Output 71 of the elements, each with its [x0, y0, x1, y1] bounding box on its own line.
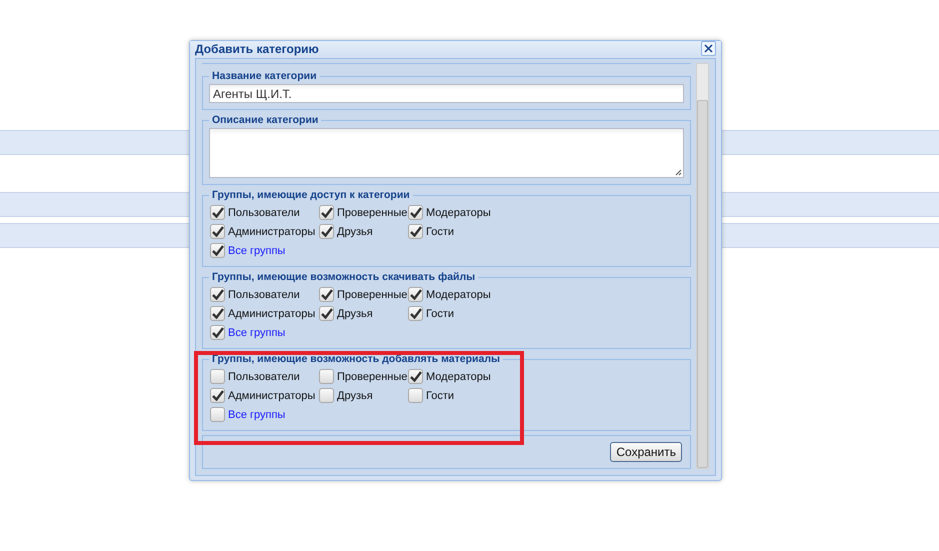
checkbox[interactable] [319, 205, 334, 220]
checkmark-icon [212, 226, 224, 237]
checkbox[interactable] [408, 224, 423, 239]
scrollbar[interactable] [696, 63, 709, 469]
checkbox-label: Гости [426, 390, 454, 402]
checkbox-label: Администраторы [228, 226, 316, 238]
checkbox[interactable] [408, 369, 423, 384]
checkbox-label: Администраторы [228, 390, 316, 402]
checkmark-icon [410, 371, 422, 382]
checkbox-label: Друзья [337, 308, 373, 320]
checkmark-icon [410, 226, 422, 237]
section-title: Группы, имеющие возможность добавлять материалы [211, 353, 501, 365]
checkbox[interactable] [210, 243, 225, 258]
checkbox[interactable] [210, 407, 225, 422]
checkbox[interactable] [210, 224, 225, 239]
checkbox[interactable] [319, 224, 334, 239]
checkbox[interactable] [408, 388, 423, 403]
checkbox[interactable] [210, 388, 225, 403]
window-title: Добавить категорию [195, 42, 319, 56]
checkbox-label: Проверенные [337, 370, 408, 382]
checkbox-label: Пользователи [228, 370, 300, 382]
scrollbar-thumb[interactable] [697, 100, 708, 468]
checkmark-icon [212, 289, 224, 300]
checkbox[interactable] [210, 306, 225, 321]
close-button[interactable] [701, 41, 716, 56]
checkmark-icon [212, 245, 224, 256]
checkbox-label: Друзья [337, 390, 373, 402]
checkmark-icon [212, 308, 224, 319]
checkbox-label: Модераторы [426, 288, 491, 300]
checkbox[interactable] [319, 388, 334, 403]
save-button[interactable]: Сохранить [610, 442, 682, 462]
checkmark-icon [320, 289, 332, 300]
checkbox-label: Модераторы [426, 370, 491, 382]
section-title: Группы, имеющие возможность скачивать файлы [211, 271, 476, 283]
input-field[interactable]: Агенты Щ.И.Т. [209, 84, 684, 103]
checkmark-icon [320, 226, 332, 237]
checkbox-label: Пользователи [228, 206, 300, 218]
checkbox[interactable] [319, 306, 334, 321]
checkbox-label: Администраторы [228, 308, 316, 320]
resize-grip-icon[interactable] [675, 169, 682, 176]
all-groups-link[interactable]: Все группы [228, 326, 286, 338]
checkmark-icon [410, 308, 422, 319]
all-groups-link[interactable]: Все группы [228, 244, 286, 256]
checkmark-icon [212, 207, 224, 218]
checkmark-icon [212, 390, 224, 401]
checkbox-label: Пользователи [228, 288, 300, 300]
checkmark-icon [410, 289, 422, 300]
checkbox[interactable] [408, 205, 423, 220]
checkbox-label: Модераторы [426, 206, 491, 218]
checkbox-label: Проверенные [337, 206, 408, 218]
close-icon [704, 44, 713, 53]
all-groups-link[interactable]: Все группы [228, 408, 286, 420]
checkbox-label: Проверенные [337, 288, 408, 300]
checkbox[interactable] [408, 287, 423, 302]
checkbox-label: Гости [426, 226, 454, 238]
checkbox[interactable] [210, 369, 225, 384]
checkbox[interactable] [319, 287, 334, 302]
checkmark-icon [320, 308, 332, 319]
section-title: Название категории [211, 70, 318, 82]
checkbox[interactable] [408, 306, 423, 321]
checkbox[interactable] [210, 205, 225, 220]
checkmark-icon [320, 207, 332, 218]
checkmark-icon [212, 327, 224, 338]
checkmark-icon [410, 207, 422, 218]
checkbox[interactable] [210, 287, 225, 302]
checkbox-label: Гости [426, 308, 454, 320]
checkbox[interactable] [210, 325, 225, 340]
checkbox-label: Друзья [337, 226, 373, 238]
section-title: Группы, имеющие доступ к категории [211, 189, 411, 201]
checkbox[interactable] [319, 369, 334, 384]
section-title: Описание категории [211, 114, 320, 126]
